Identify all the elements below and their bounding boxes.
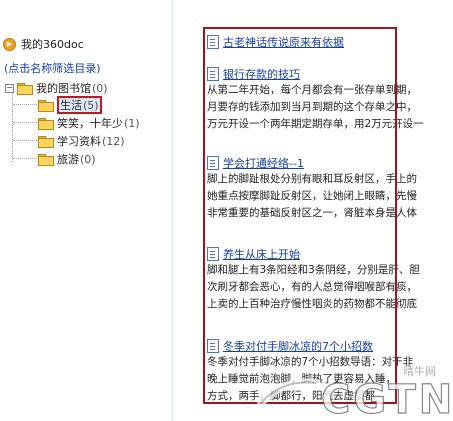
tree-item-study[interactable]: 学习资料 (12) <box>38 133 125 149</box>
tree-connector <box>13 158 37 159</box>
article-item: 银行存款的技巧 从第二年开始，每个月都会有一张存单到期， 月要存的钱添加到当月到… <box>207 66 453 133</box>
document-icon <box>207 35 219 49</box>
tree-root-label[interactable]: 我的图书馆 <box>36 80 91 96</box>
article-excerpt-line: 次刷牙都会恶心，有的人总觉得咽喉部有痰， <box>207 281 417 293</box>
document-icon <box>207 156 219 170</box>
folder-icon <box>38 117 54 130</box>
tree-item-label[interactable]: 学习资料 <box>57 133 101 149</box>
document-icon <box>207 67 219 81</box>
filter-hint: (点击名称筛选目录) <box>4 62 101 75</box>
tree-item-count: (0) <box>80 152 96 166</box>
folder-icon <box>38 153 54 166</box>
article-excerpt-line: 非常重要的基础反射区之一，肾脏本身是人体 <box>207 207 417 219</box>
selected-item-highlight[interactable]: 生活 (5) <box>57 96 102 114</box>
folder-icon <box>38 135 54 148</box>
article-title-link[interactable]: 学会打通经络--1 <box>223 155 304 171</box>
article-item: 养生从床上开始 脚和腿上有3条阳经和3条阴经，分别是肝、胆 次刷牙都会恶心，有的… <box>207 246 453 313</box>
article-item: 学会打通经络--1 脚上的脚趾根处分别有眼和耳反射区，手上的 她重点按摩脚趾反射… <box>207 155 453 222</box>
document-icon <box>207 339 219 353</box>
tree-item-label[interactable]: 笑笑，十年少 <box>57 115 123 131</box>
article-excerpt-line: 月要存的钱添加到当月到期的这个存单之中， <box>207 101 417 113</box>
tree-item-count: (5) <box>83 98 99 112</box>
tree-root-count: (0) <box>92 81 108 95</box>
article-title-link[interactable]: 银行存款的技巧 <box>223 66 300 82</box>
folder-icon <box>38 99 54 112</box>
tree-connector <box>13 104 37 105</box>
tree-root[interactable]: − 我的图书馆 (0) <box>5 80 108 96</box>
svg-text:CGTN: CGTN <box>321 377 453 421</box>
tree-item-travel[interactable]: 旅游 (0) <box>38 151 96 167</box>
arrow-right-icon: ▶ <box>3 37 16 51</box>
tree-item-count: (12) <box>102 134 125 148</box>
article-excerpt-line: 从第二年开始，每个月都会有一张存单到期， <box>207 84 417 96</box>
tree-connector <box>13 140 37 141</box>
tree-connector <box>12 92 13 162</box>
tree-item-label[interactable]: 生活 <box>60 97 82 113</box>
tree-item-jokes[interactable]: 笑笑，十年少 (1) <box>38 115 140 131</box>
article-title-link[interactable]: 古老神话传说原来有依据 <box>223 34 344 50</box>
article-excerpt-line: 脚和腿上有3条阳经和3条阴经，分别是肝、胆 <box>207 264 420 276</box>
article-title-link[interactable]: 养生从床上开始 <box>223 246 300 262</box>
home-label[interactable]: 我的360doc <box>21 36 84 52</box>
article-excerpt-line: 她重点按摩脚趾反射区，让她闭上眼睛，先慢 <box>207 190 417 202</box>
collapse-icon[interactable]: − <box>5 83 14 93</box>
watermark-logo: CGTN 晴牛网 <box>257 364 453 421</box>
article-item: 古老神话传说原来有依据 <box>207 34 453 50</box>
article-excerpt-line: 万元开设一个两年期定期存单，用2万元开设一 <box>207 118 424 130</box>
tree-item-count: (1) <box>124 116 140 130</box>
folder-open-icon <box>17 82 33 95</box>
document-icon <box>207 247 219 261</box>
library-sidebar: ▶ 我的360doc (点击名称筛选目录) − 我的图书馆 (0) 生活 (5)… <box>0 0 173 421</box>
home-link[interactable]: ▶ 我的360doc <box>3 36 84 52</box>
article-title-link[interactable]: 冬季对付手脚冰凉的7个小招数 <box>223 338 373 354</box>
tree-item-life[interactable]: 生活 (5) <box>38 96 102 114</box>
svg-text:晴牛网: 晴牛网 <box>403 364 436 378</box>
tree-connector <box>13 122 37 123</box>
tree-item-label[interactable]: 旅游 <box>57 151 79 167</box>
article-excerpt-line: 上卖的上百种治疗慢性咽炎的药物都不能彻底 <box>207 298 417 310</box>
article-excerpt-line: 脚上的脚趾根处分别有眼和耳反射区，手上的 <box>207 173 417 185</box>
